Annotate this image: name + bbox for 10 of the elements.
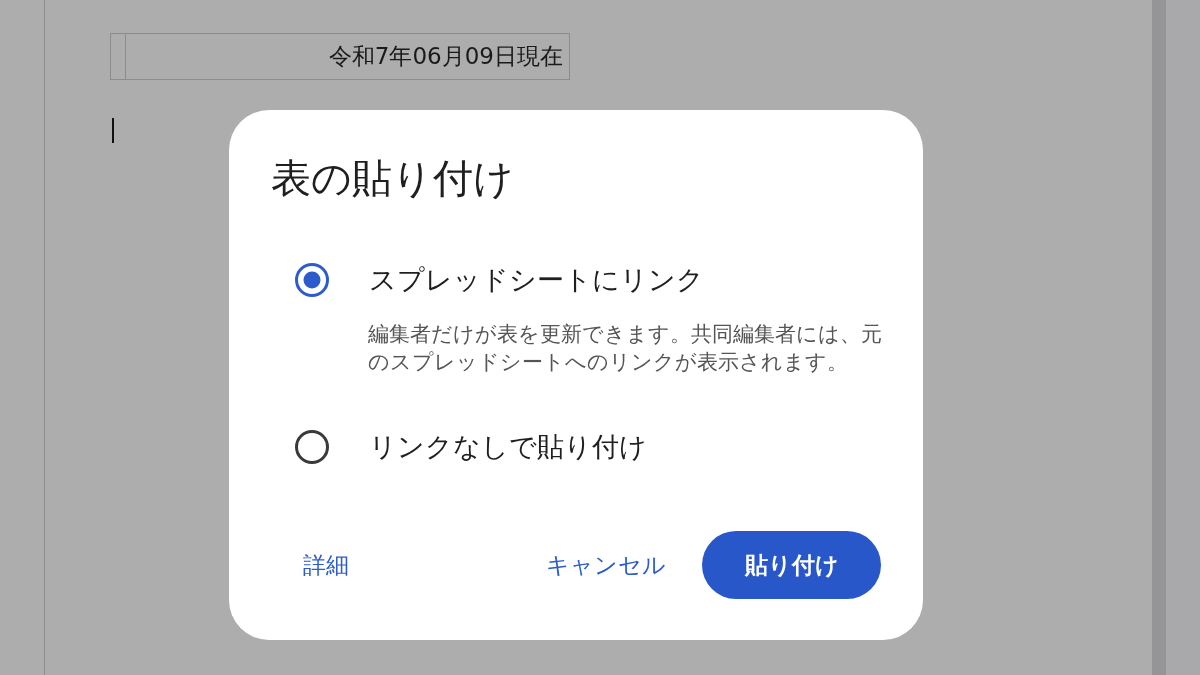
- option-label[interactable]: スプレッドシートにリンク: [369, 262, 704, 298]
- radio-button[interactable]: [295, 430, 329, 464]
- dialog-title: 表の貼り付け: [271, 156, 514, 200]
- table-cell-text: 令和7年06月09日現在: [327, 42, 564, 71]
- paste-button[interactable]: 貼り付け: [702, 531, 881, 599]
- radio-button[interactable]: [295, 263, 329, 297]
- text-button[interactable]: キャンセル: [534, 531, 678, 599]
- option-description: 編集者だけが表を更新できます。共同編集者には、元のスプレッドシートへのリンクが表示されます。: [368, 321, 883, 376]
- option-label[interactable]: リンクなしで貼り付け: [369, 429, 647, 465]
- text-button[interactable]: 詳細: [291, 531, 361, 599]
